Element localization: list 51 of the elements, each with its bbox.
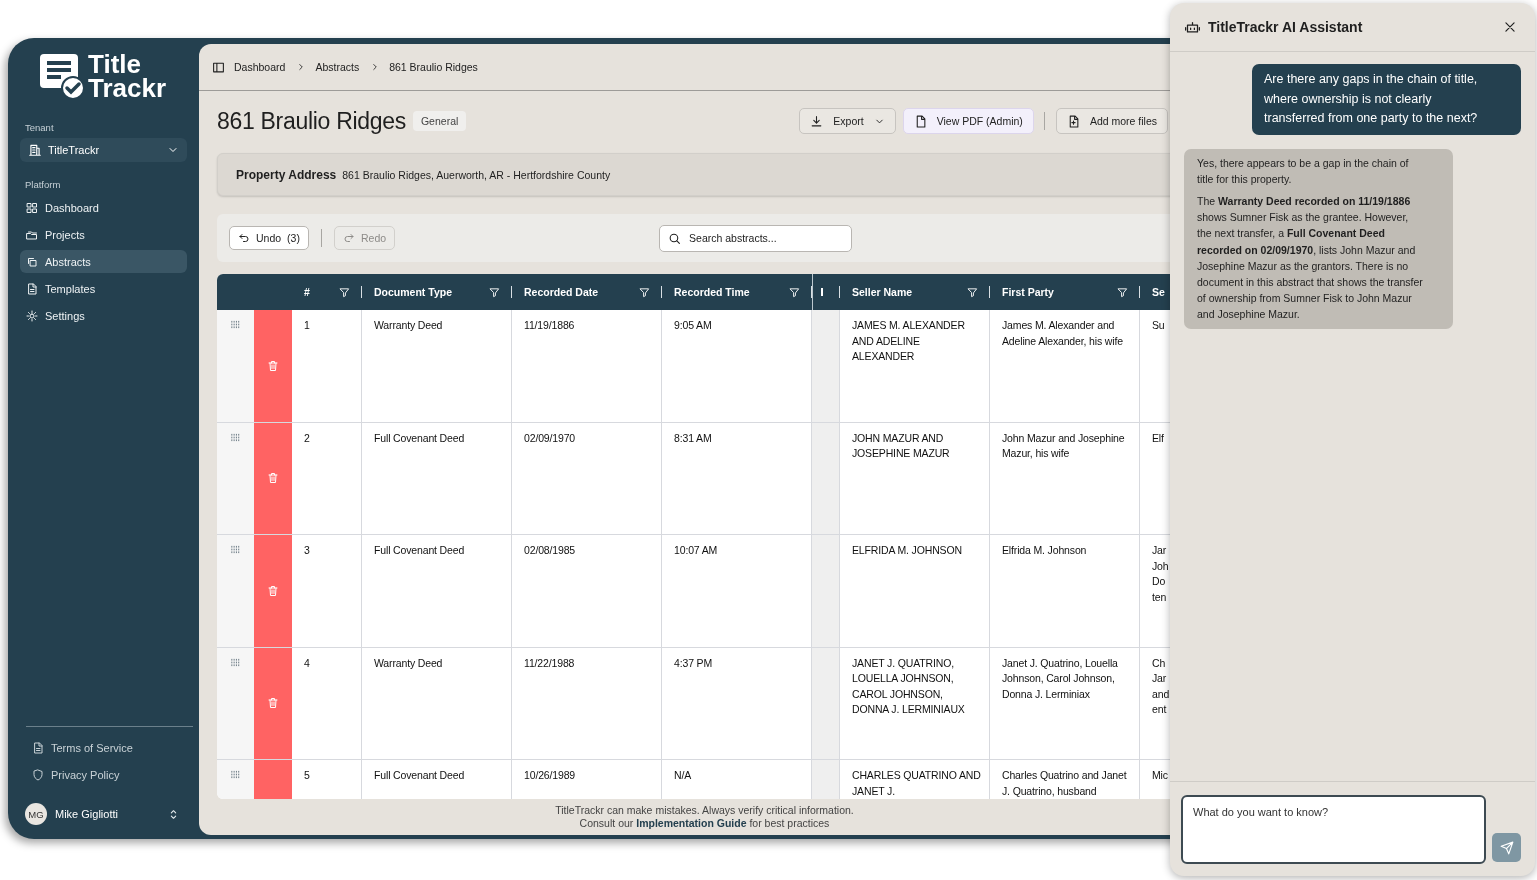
table-cell-text: Ch Jar and ent bbox=[1152, 655, 1171, 717]
table-cell-text: Jar Joh Do ten bbox=[1152, 543, 1170, 605]
table-cell: Warranty Deed bbox=[374, 319, 443, 331]
table-cell: 4 bbox=[304, 656, 310, 669]
table-cell: 9:05 AM bbox=[674, 319, 712, 331]
table-cell-text: Su bbox=[1152, 318, 1166, 333]
table-cell: James M. Alexander and Adeline Alexander, his wife bbox=[1002, 319, 1123, 347]
table-cell: 5 bbox=[304, 769, 310, 781]
table-cell-text: Elf bbox=[1152, 430, 1165, 446]
table-cell: 2 bbox=[304, 431, 310, 444]
table-cell: 8:31 AM bbox=[674, 431, 712, 444]
table-cell: JAMES M. ALEXANDER AND ADELINE ALEXANDER bbox=[852, 319, 965, 362]
table-cell: ELFRIDA M. JOHNSON bbox=[852, 544, 962, 556]
user-avatar: MG bbox=[25, 803, 47, 825]
message-text: The Warranty Deed recorded on 11/19/1886 shows Sumner Fisk as the grantee. However, the next transfer, a Full Covenant Deed recorded on 02/09/1970, lists John Mazur and Josephine Mazur as the grantors. There is no document in this abstract that shows the transfer of ownership from Sumner Fisk to John Mazur and Josephine Mazur. bbox=[1197, 193, 1424, 323]
table-cell: Warranty Deed bbox=[374, 656, 443, 669]
table-cell: Janet J. Quatrino, Louella Johnson, Carol Johnson, Donna J. Lerminiax bbox=[1002, 656, 1118, 700]
table-cell: CHARLES QUATRINO AND JANET J. bbox=[852, 769, 981, 797]
table-cell: 1 bbox=[304, 319, 310, 331]
table-cell: John Mazur and Josephine Mazur, his wife bbox=[1002, 431, 1125, 459]
table-cell: 4:37 PM bbox=[674, 656, 713, 669]
address-text: 861 Braulio Ridges, Auerworth, AR - Hertfordshire County bbox=[342, 168, 611, 181]
table-cell: 10/26/1989 bbox=[524, 769, 576, 781]
disclaimer-text: TitleTrackr can make mistakes. Always verify critical information. bbox=[555, 804, 854, 817]
category-badge: General bbox=[412, 111, 467, 131]
table-cell: 02/09/1970 bbox=[524, 431, 576, 444]
logo-text: Trackr bbox=[88, 76, 167, 100]
message-text: Are there any gaps in the chain of title, where ownership is not clearly transferred from one party to the next? bbox=[1264, 71, 1479, 127]
table-cell: Full Covenant Deed bbox=[374, 431, 465, 444]
table-cell: Full Covenant Deed bbox=[374, 769, 465, 781]
disclaimer-text: Consult our Implementation Guide for best practices bbox=[579, 817, 830, 830]
user-name: Mike Gigliotti bbox=[55, 808, 119, 820]
table-cell: 11/19/1886 bbox=[524, 319, 575, 331]
section-label: Platform bbox=[24, 179, 62, 190]
table-cell: 11/22/1988 bbox=[524, 656, 575, 669]
logo-text: Title bbox=[88, 52, 141, 76]
table-cell: Elfrida M. Johnson bbox=[1002, 544, 1087, 556]
panel-title: TitleTrackr AI Assistant bbox=[1208, 19, 1364, 35]
table-cell: 10:07 AM bbox=[674, 544, 718, 556]
section-label: Tenant bbox=[24, 122, 55, 133]
table-cell-text: Mic bbox=[1152, 768, 1169, 783]
table-cell: 02/08/1985 bbox=[524, 544, 576, 556]
field-label: Property Address bbox=[236, 167, 337, 182]
table-cell: JOHN MAZUR AND JOSEPHINE MAZUR bbox=[852, 431, 950, 459]
table-cell: 3 bbox=[304, 544, 310, 556]
table-cell: Full Covenant Deed bbox=[374, 544, 465, 556]
table-cell: N/A bbox=[674, 769, 692, 781]
message-text: Yes, there appears to be a gap in the chain of title for this property. bbox=[1197, 155, 1410, 187]
table-cell: Charles Quatrino and Janet J. Quatrino, husband bbox=[1002, 769, 1127, 797]
page-title: 861 Braulio Ridges bbox=[217, 107, 406, 135]
table-cell: JANET J. QUATRINO, LOUELLA JOHNSON, CAROL JOHNSON, DONNA J. LERMINIAUX bbox=[852, 656, 965, 715]
